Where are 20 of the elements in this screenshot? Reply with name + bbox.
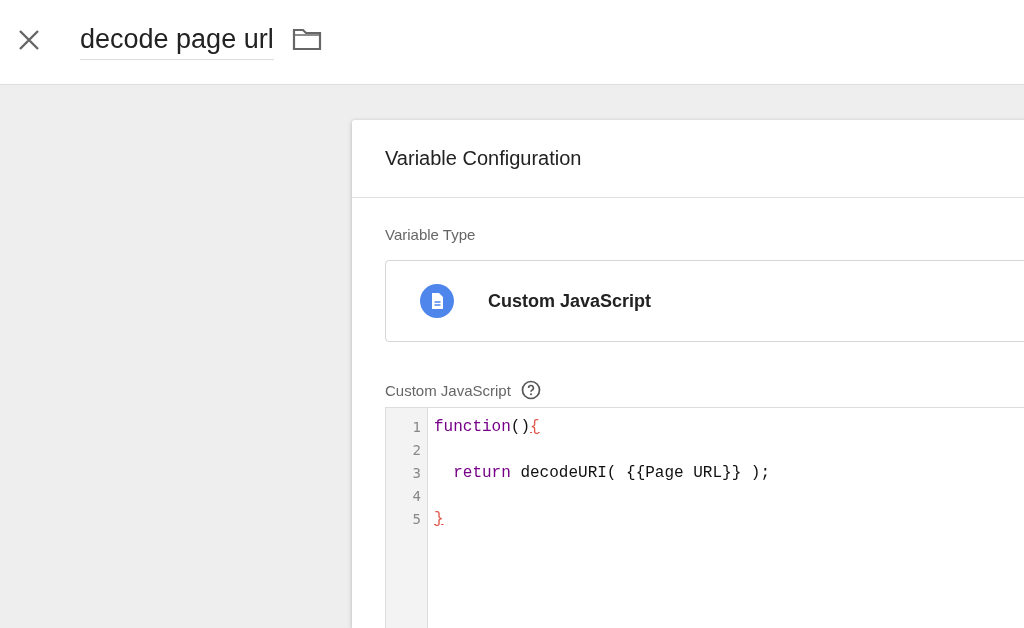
code-editor[interactable]: 1 2 3 4 5 function(){ return decodeURI( {{Page URL}} ); } <box>385 407 1024 628</box>
help-icon[interactable] <box>520 380 541 400</box>
variable-type-name: Custom JavaScript <box>488 290 652 312</box>
line-number: 1 <box>411 418 422 437</box>
field-label: Custom JavaScript <box>385 381 511 399</box>
close-icon <box>18 29 40 51</box>
folder-button[interactable] <box>291 27 322 51</box>
line-number: 3 <box>411 464 422 483</box>
name-field[interactable]: decode page url <box>80 24 274 60</box>
line-number: 2 <box>411 441 422 460</box>
variable-type-card[interactable]: Custom JavaScript <box>385 260 1024 342</box>
code-line: } <box>434 509 444 530</box>
section-label: Variable Type <box>385 226 476 243</box>
panel-title: Variable Configuration <box>352 120 1024 198</box>
code-line: return decodeURI( {{Page URL}} ); <box>452 463 771 484</box>
folder-icon <box>291 27 322 51</box>
line-number: 4 <box>411 487 422 506</box>
document-icon <box>420 284 454 318</box>
line-number: 5 <box>411 510 422 529</box>
code-line: function(){ <box>434 417 540 438</box>
